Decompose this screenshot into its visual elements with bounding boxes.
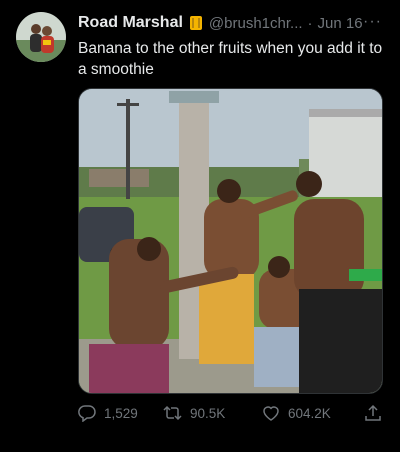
avatar[interactable] (16, 12, 66, 62)
share-icon (365, 404, 381, 421)
tweet-text: Banana to the other fruits when you add … (78, 40, 383, 78)
retweet-icon (163, 405, 182, 421)
tweet-header: Road Marshal @brush1chr... · Jun 16 ··· (78, 13, 386, 33)
tweet[interactable]: Road Marshal @brush1chr... · Jun 16 ··· … (0, 0, 400, 452)
more-options-icon[interactable]: ··· (363, 13, 382, 31)
reply-button[interactable]: 1,529 (78, 404, 138, 422)
construction-worker-emoji-icon (188, 15, 204, 31)
user-handle[interactable]: @brush1chr... (209, 15, 303, 32)
tweet-media-image[interactable] (78, 88, 383, 394)
retweet-button[interactable]: 90.5K (163, 404, 225, 422)
share-button[interactable] (364, 404, 390, 422)
heart-icon (263, 406, 279, 421)
tweet-date[interactable]: Jun 16 (318, 15, 363, 32)
tweet-actions: 1,529 90.5K 604.2K (78, 404, 386, 426)
reply-icon (78, 405, 96, 422)
reply-count: 1,529 (104, 405, 138, 421)
like-button[interactable]: 604.2K (262, 404, 331, 422)
retweet-count: 90.5K (190, 405, 226, 421)
display-name[interactable]: Road Marshal (78, 14, 183, 32)
like-count: 604.2K (288, 405, 331, 421)
separator-dot: · (307, 14, 313, 32)
